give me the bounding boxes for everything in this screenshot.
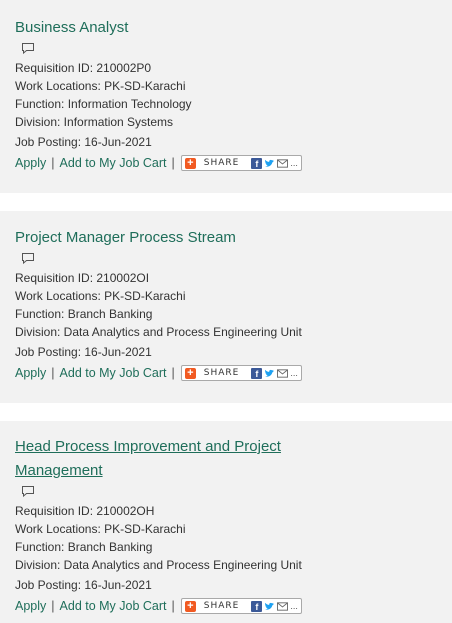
share-button[interactable]: + SHARE f ... — [180, 155, 302, 171]
more-services[interactable]: ... — [290, 368, 298, 378]
separator: | — [171, 156, 175, 170]
facebook-icon[interactable]: f — [251, 367, 263, 379]
requisition-id: Requisition ID: 210002P0 — [15, 61, 152, 75]
function: Function: Branch Banking — [15, 540, 153, 554]
add-to-job-cart-link[interactable]: Add to My Job Cart — [60, 364, 167, 382]
add-to-job-cart-link[interactable]: Add to My Job Cart — [60, 154, 167, 172]
division: Division: Information Systems — [15, 115, 174, 129]
apply-link[interactable]: Apply — [15, 154, 46, 172]
work-locations: Work Locations: PK-SD-Karachi — [15, 79, 186, 93]
separator: | — [171, 366, 175, 380]
more-services[interactable]: ... — [290, 601, 298, 611]
facebook-icon[interactable]: f — [251, 600, 263, 612]
email-icon[interactable] — [277, 368, 289, 378]
add-to-job-cart-link[interactable]: Add to My Job Cart — [60, 597, 167, 615]
job-card: Business Analyst Requisition ID: 210002P… — [0, 0, 452, 193]
share-button[interactable]: + SHARE f ... — [180, 365, 302, 381]
job-posting-date: Job Posting: 16-Jun-2021 — [15, 345, 152, 359]
work-locations: Work Locations: PK-SD-Karachi — [15, 522, 186, 536]
job-actions: Apply | Add to My Job Cart | + SHARE f .… — [15, 154, 452, 172]
share-label: SHARE — [203, 158, 240, 168]
apply-link[interactable]: Apply — [15, 597, 46, 615]
job-card: Head Process Improvement and Project Man… — [0, 421, 452, 623]
facebook-icon[interactable]: f — [251, 157, 263, 169]
comment-icon[interactable] — [21, 251, 35, 265]
share-label: SHARE — [203, 368, 240, 378]
separator: | — [171, 599, 175, 613]
share-button[interactable]: + SHARE f ... — [180, 598, 302, 614]
separator: | — [51, 366, 55, 380]
twitter-icon[interactable] — [264, 368, 275, 379]
job-posting-date: Job Posting: 16-Jun-2021 — [15, 135, 152, 149]
function: Function: Branch Banking — [15, 307, 153, 321]
job-card: Project Manager Process Stream Requisiti… — [0, 211, 452, 403]
division: Division: Data Analytics and Process Eng… — [15, 325, 302, 339]
separator: | — [51, 156, 55, 170]
twitter-icon[interactable] — [264, 158, 275, 169]
comment-icon[interactable] — [21, 41, 35, 55]
comment-icon[interactable] — [21, 484, 35, 498]
share-plus-icon: + — [184, 157, 196, 169]
email-icon[interactable] — [277, 601, 289, 611]
job-actions: Apply | Add to My Job Cart | + SHARE f .… — [15, 597, 452, 615]
requisition-id: Requisition ID: 210002OI — [15, 271, 150, 285]
separator: | — [51, 599, 55, 613]
share-plus-icon: + — [184, 600, 196, 612]
email-icon[interactable] — [277, 158, 289, 168]
job-title-link[interactable]: Project Manager Process Stream — [15, 226, 315, 250]
share-label: SHARE — [203, 601, 240, 611]
job-title-link[interactable]: Business Analyst — [15, 16, 285, 40]
more-services[interactable]: ... — [290, 158, 298, 168]
job-posting-date: Job Posting: 16-Jun-2021 — [15, 578, 152, 592]
work-locations: Work Locations: PK-SD-Karachi — [15, 289, 186, 303]
division: Division: Data Analytics and Process Eng… — [15, 558, 302, 572]
job-actions: Apply | Add to My Job Cart | + SHARE f .… — [15, 364, 452, 382]
function: Function: Information Technology — [15, 97, 192, 111]
job-title-link[interactable]: Head Process Improvement and Project Man… — [15, 435, 290, 483]
twitter-icon[interactable] — [264, 601, 275, 612]
share-plus-icon: + — [184, 367, 196, 379]
apply-link[interactable]: Apply — [15, 364, 46, 382]
requisition-id: Requisition ID: 210002OH — [15, 504, 155, 518]
